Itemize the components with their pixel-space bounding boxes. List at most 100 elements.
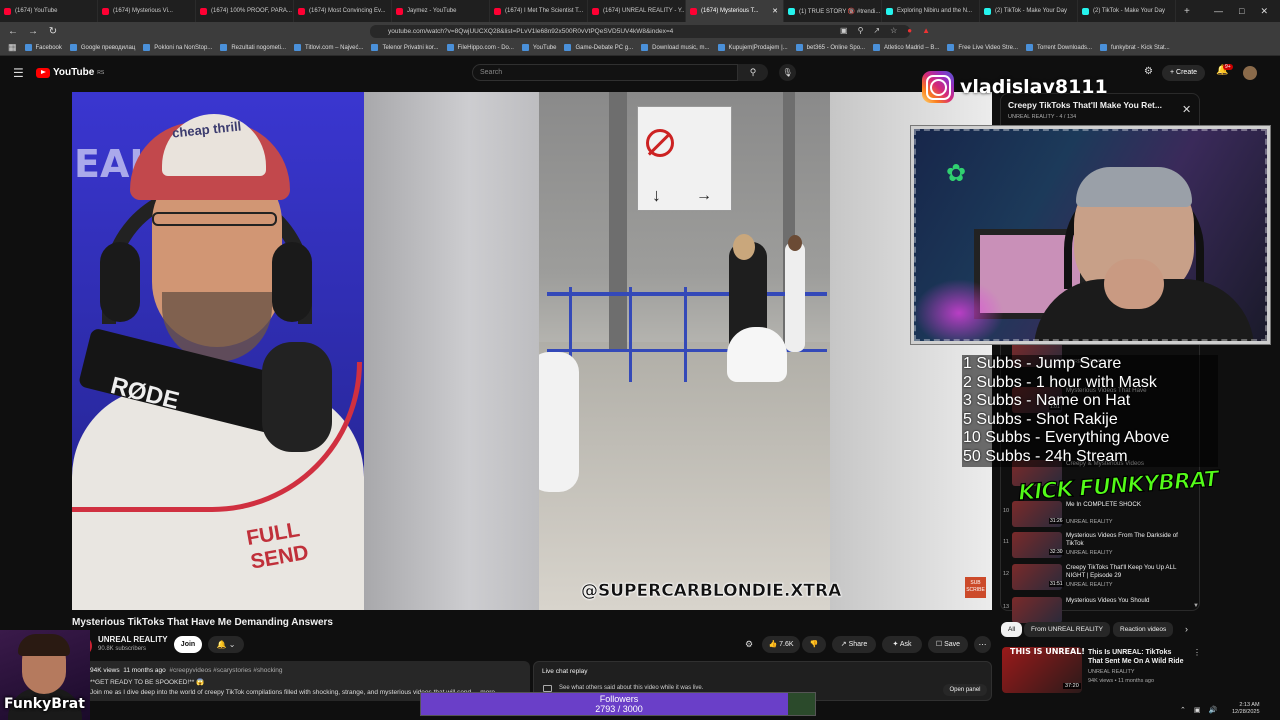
youtube-logo[interactable]: YouTube RS — [36, 67, 104, 78]
gear-icon[interactable]: ⚙ — [745, 639, 753, 650]
suggested-thumbnail-text: THIS IS UNREAL! — [1010, 647, 1085, 656]
browser-tab[interactable]: (1674) Mysterious T... ✕ — [686, 0, 784, 22]
browser-tab[interactable]: Jaymez - YouTube — [392, 0, 490, 22]
clock-time: 2:13 AM — [1239, 702, 1260, 708]
zoom-icon[interactable]: ⚲ — [858, 26, 864, 35]
hashtags[interactable]: #creepyvideos #scarystories #shocking — [169, 667, 282, 674]
forward-icon[interactable]: → — [26, 26, 40, 37]
browser-tab[interactable]: (1674) Mysterious Vi... — [98, 0, 196, 22]
maximize-icon[interactable]: □ — [1239, 6, 1244, 16]
bookmark-item[interactable]: YouTube — [521, 44, 556, 51]
save-button[interactable]: ☐ Save — [928, 636, 968, 653]
suggested-meta: 94K views • 11 months ago — [1088, 678, 1155, 684]
bookmark-item[interactable]: Download music, m... — [641, 44, 710, 51]
avatar-hair — [18, 634, 70, 656]
tray-chevron-icon[interactable]: ⌃ — [1180, 706, 1186, 714]
open-panel-button[interactable]: Open panel — [943, 684, 987, 696]
bookmark-item[interactable]: Torrent Downloads... — [1026, 44, 1092, 51]
chevron-right-icon[interactable]: › — [1185, 624, 1188, 634]
browser-tab[interactable]: (1674) Most Convincing Ev... — [294, 0, 392, 22]
cast-icon[interactable]: ▣ — [840, 26, 848, 35]
volume-icon[interactable]: 🔊 — [1209, 706, 1218, 714]
instagram-icon — [922, 71, 954, 103]
bookmark-item[interactable]: Game-Debate PC g... — [564, 44, 633, 51]
bookmark-item[interactable]: Google преводилац — [69, 44, 135, 51]
suggested-channel[interactable]: UNREAL REALITY — [1088, 669, 1135, 675]
more-actions-icon[interactable]: ⋯ — [974, 636, 991, 653]
playlist-item[interactable]: 12 31:51 Creepy TikToks That'll Keep You U… — [1002, 563, 1197, 591]
reload-icon[interactable]: ↻ — [46, 26, 60, 37]
adblock-icon[interactable]: ▲ — [922, 26, 930, 35]
bookmark-item[interactable]: funkybrat - Kick Stat... — [1100, 44, 1170, 51]
tab-title: (1674) Mysterious T... — [701, 8, 759, 14]
dislike-button[interactable]: 👎 — [802, 636, 826, 653]
browser-tab[interactable]: (1674) YouTube — [0, 0, 98, 22]
browser-tab[interactable]: (1674) 100% PROOF, PARA... — [196, 0, 294, 22]
tab-title: (2) TikTok - Make Your Day — [995, 8, 1068, 14]
airport-sign: ↓ → — [637, 106, 732, 211]
browser-tab[interactable]: (1) TRUE STORY 🔞 #trendi... — [784, 0, 882, 22]
bookmark-item[interactable]: Pokloni na NonStop... — [143, 44, 212, 51]
instagram-handle: vladislav8111 — [960, 76, 1108, 98]
bookmark-favicon-icon — [873, 44, 881, 51]
join-button[interactable]: Join — [174, 636, 202, 653]
browser-tab-bar: (1674) YouTube (1674) Mysterious Vi... (16… — [0, 0, 1280, 22]
followers-goal-bar: Followers 2793 / 3000 — [420, 692, 816, 716]
hamburger-menu-icon[interactable]: ☰ — [13, 66, 24, 80]
youtube-icon — [690, 7, 697, 15]
close-icon[interactable]: ✕ — [1260, 6, 1268, 17]
new-tab-button[interactable]: + — [1176, 6, 1198, 17]
bookmark-item[interactable]: Rezultati nogometi... — [220, 44, 286, 51]
share-button[interactable]: ↗ Share — [832, 636, 876, 653]
back-icon[interactable]: ← — [6, 26, 20, 37]
network-icon[interactable]: ▣ — [1194, 706, 1201, 714]
suggested-title[interactable]: This Is UNREAL: TikToks That Sent Me On … — [1088, 648, 1188, 666]
bookmark-item[interactable]: FileHippo.com - Do... — [446, 44, 514, 51]
bookmark-label: Pokloni na NonStop... — [154, 44, 213, 51]
account-avatar[interactable] — [1243, 66, 1257, 80]
system-clock[interactable]: 2:13 AM 12/28/2025 — [1232, 702, 1260, 716]
video-player[interactable]: EAL cheap thrill RØDE FULL SEND ↓ → @SUP… — [72, 92, 992, 610]
playlist-item[interactable]: 13 Mysterious Videos You Should — [1002, 596, 1197, 624]
close-playlist-icon[interactable]: ✕ — [1182, 103, 1191, 116]
bookmark-item[interactable]: Titlovi.com – Najveć... — [294, 44, 363, 51]
bookmark-item[interactable]: Atletico Madrid – B... — [873, 44, 939, 51]
more-options-icon[interactable]: ⋮ — [1193, 648, 1201, 657]
browser-tab[interactable]: Exploring Nibiru and the N... — [882, 0, 980, 22]
settings-gear-icon[interactable]: ⚙ — [1144, 66, 1153, 77]
like-button[interactable]: 👍 7.6K — [762, 636, 800, 653]
extension-icon[interactable]: ● — [907, 26, 912, 35]
chip-from-channel[interactable]: From UNREAL REALITY — [1024, 622, 1110, 637]
star-icon[interactable]: ☆ — [890, 26, 897, 35]
ask-button[interactable]: ✦ Ask — [882, 636, 922, 653]
search-icon[interactable]: ⚲ — [738, 64, 768, 81]
microphone-icon[interactable]: 🎙 — [779, 64, 796, 81]
bookmark-item[interactable]: bet365 - Online Spo... — [795, 44, 865, 51]
close-tab-icon[interactable]: ✕ — [772, 7, 778, 15]
minimize-icon[interactable]: — — [1214, 6, 1223, 16]
view-count: 94K views — [90, 667, 120, 674]
url-field[interactable]: youtube.com/watch?v=8QwjUUCXQ28&list=PLv… — [370, 25, 910, 38]
suggested-duration: 37:20 — [1063, 683, 1081, 689]
subscription-bell-button[interactable]: 🔔 ⌄ — [208, 636, 244, 653]
like-count: 7.6K — [779, 641, 794, 648]
playlist-item[interactable]: 11 32:30 Mysterious Videos From The Darksi… — [1002, 531, 1197, 559]
browser-tab[interactable]: (2) TikTok - Make Your Day — [1078, 0, 1176, 22]
browser-tab[interactable]: (1674) I Met The Scientist T... — [490, 0, 588, 22]
bookmark-item[interactable]: Telenor Privatni kor... — [371, 44, 439, 51]
create-button[interactable]: + Create — [1162, 65, 1206, 81]
bookmark-item[interactable]: Kupujem|Prodajem |... — [717, 44, 788, 51]
subscribe-badge[interactable]: SUB SCRIBE — [965, 577, 986, 598]
chip-all[interactable]: All — [1001, 622, 1023, 637]
share-icon[interactable]: ↗ — [873, 26, 880, 35]
apps-grid-icon[interactable]: ▦ — [8, 42, 17, 53]
bookmark-favicon-icon — [294, 44, 302, 51]
scroll-down-icon[interactable]: ▼ — [1193, 603, 1199, 609]
bookmark-item[interactable]: Facebook — [24, 44, 62, 51]
browser-tab[interactable]: (1674) UNREAL REALITY - Y... — [588, 0, 686, 22]
browser-tab[interactable]: (2) TikTok - Make Your Day — [980, 0, 1078, 22]
channel-name[interactable]: UNREAL REALITY — [98, 635, 168, 644]
chip-reaction-videos[interactable]: Reaction videos — [1113, 622, 1174, 637]
search-input[interactable]: Search — [472, 64, 738, 81]
bookmark-item[interactable]: Free Live Video Stre... — [947, 44, 1018, 51]
